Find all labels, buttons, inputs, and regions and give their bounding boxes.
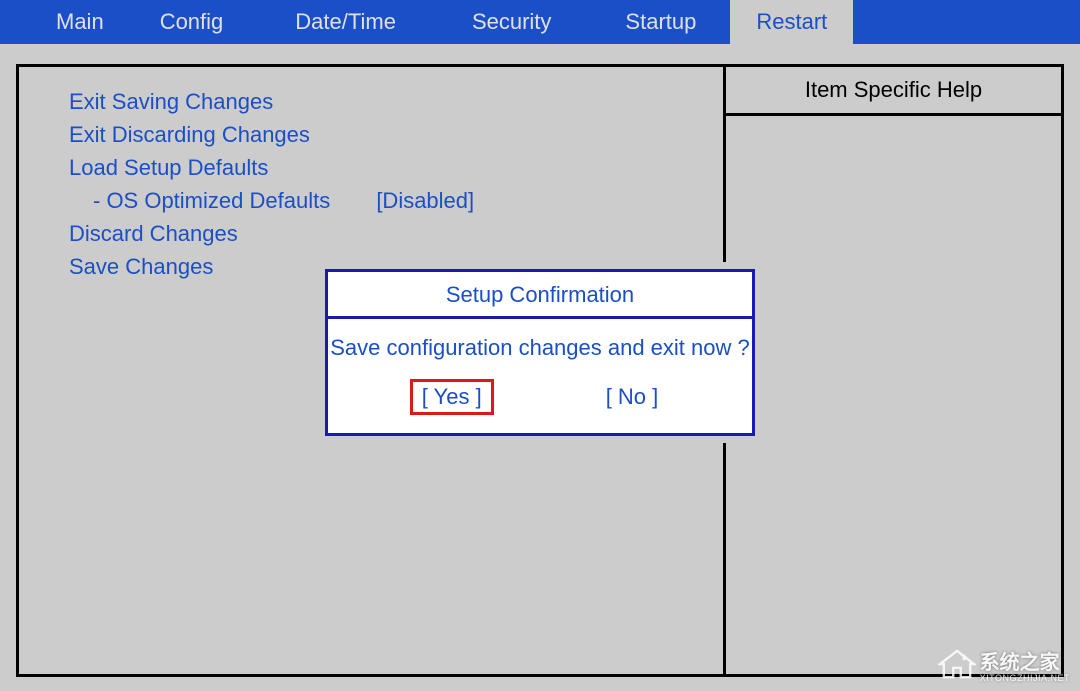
tab-restart[interactable]: Restart — [730, 0, 853, 44]
menu-os-optimized-label: - OS Optimized Defaults — [93, 188, 330, 213]
tab-startup[interactable]: Startup — [591, 0, 730, 44]
tab-config[interactable]: Config — [138, 0, 260, 44]
menu-os-optimized-defaults[interactable]: - OS Optimized Defaults [Disabled] — [69, 188, 673, 214]
dialog-yes-button[interactable]: [ Yes ] — [410, 379, 494, 415]
tab-main[interactable]: Main — [0, 0, 138, 44]
watermark-url: XITONGZHIJIA.NET — [980, 673, 1070, 683]
menu-load-setup-defaults[interactable]: Load Setup Defaults — [69, 155, 673, 181]
watermark-text: 系统之家 — [980, 652, 1060, 674]
help-panel: Item Specific Help — [723, 67, 1061, 674]
tab-datetime[interactable]: Date/Time — [259, 0, 432, 44]
menu-discard-changes[interactable]: Discard Changes — [69, 221, 673, 247]
menu-exit-discarding-changes[interactable]: Exit Discarding Changes — [69, 122, 673, 148]
dialog-buttons: [ Yes ] [ No ] — [328, 379, 752, 433]
bios-tab-bar: Main Config Date/Time Security Startup R… — [0, 0, 1080, 44]
menu-os-optimized-value: [Disabled] — [376, 188, 474, 214]
help-panel-header: Item Specific Help — [726, 67, 1061, 116]
watermark: 系统之家 XITONGZHIJIA.NET — [938, 646, 1070, 683]
dialog-title: Setup Confirmation — [328, 272, 752, 319]
setup-confirmation-dialog: Setup Confirmation Save configuration ch… — [325, 269, 755, 436]
menu-exit-saving-changes[interactable]: Exit Saving Changes — [69, 89, 673, 115]
dialog-message: Save configuration changes and exit now … — [328, 319, 752, 379]
house-icon — [938, 649, 976, 681]
tab-security[interactable]: Security — [432, 0, 591, 44]
dialog-no-button[interactable]: [ No ] — [594, 379, 671, 415]
